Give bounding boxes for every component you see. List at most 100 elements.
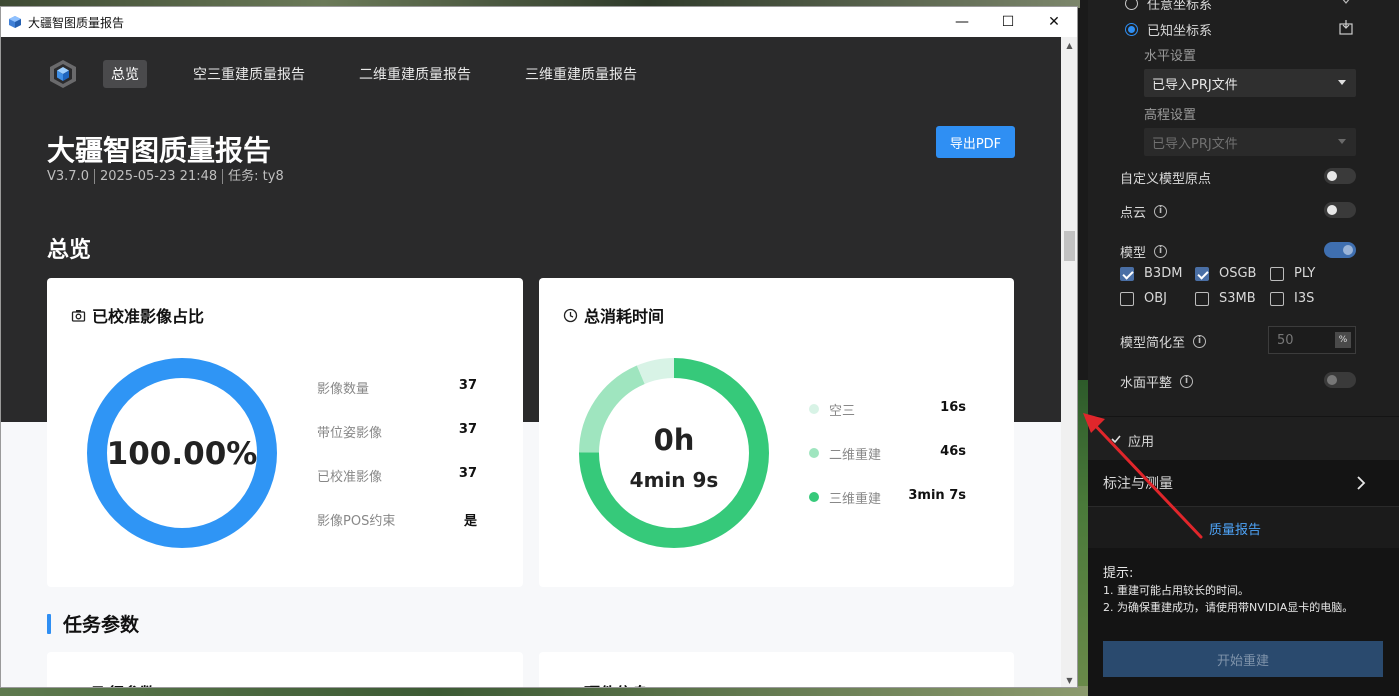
maximize-icon: ☐ [1001, 14, 1015, 30]
stat-row: 带位姿影像 37 [317, 422, 477, 466]
horizontal-select[interactable]: 已导入PRJ文件 [1144, 69, 1356, 97]
close-icon: ✕ [1048, 14, 1060, 30]
legend-item: 二维重建 46s [809, 444, 966, 488]
stat-value: 是 [463, 514, 477, 529]
total-time-card: 总消耗时间 0h 4min 9s 空三 16s 二维重建 46s 三维重建 3min … [539, 278, 1014, 587]
scroll-up-icon[interactable]: ▲ [1061, 37, 1077, 54]
check-icon [1111, 435, 1121, 444]
tip-2: 2. 为确保重建成功，请使用带NVIDIA显卡的电脑。 [1103, 601, 1354, 614]
tab-overview[interactable]: 总览 [103, 60, 147, 88]
simplify-input[interactable]: 50 % [1268, 326, 1356, 354]
water-flatten-toggle[interactable] [1324, 372, 1356, 388]
legend-value: 16s [940, 400, 966, 415]
point-cloud-toggle[interactable] [1324, 202, 1356, 218]
tips-section: 提示: 1. 重建可能占用较长的时间。 2. 为确保重建成功，请使用带NVIDI… [1088, 548, 1399, 696]
scroll-down-icon[interactable]: ▼ [1061, 672, 1077, 687]
legend-value: 3min 7s [908, 488, 966, 503]
i3s-checkbox[interactable] [1270, 291, 1284, 306]
minimize-button[interactable]: — [939, 7, 985, 37]
osgb-checkbox[interactable] [1195, 266, 1209, 281]
tip-1: 1. 重建可能占用较长的时间。 [1103, 584, 1249, 597]
app-cube-icon [9, 16, 21, 28]
legend-item: 空三 16s [809, 400, 966, 444]
annotate-measure-label: 标注与测量 [1103, 476, 1173, 492]
model-toggle[interactable] [1324, 242, 1356, 258]
clock-icon [563, 308, 578, 322]
osgb-label: OSGB [1219, 266, 1257, 281]
stat-row: 影像POS约束 是 [317, 510, 477, 554]
window-controls: — ☐ ✕ [939, 7, 1077, 37]
coord-known-option[interactable]: 已知坐标系 [1125, 20, 1212, 39]
tab-3d-report[interactable]: 三维重建质量报告 [517, 60, 645, 88]
format-b3dm[interactable]: B3DM [1120, 266, 1182, 281]
coord-unknown-option[interactable]: 任意坐标系 [1125, 0, 1212, 13]
report-window: 大疆智图质量报告 — ☐ ✕ 总览 空三重建质量报告 二维重建质量报告 三维重建… [0, 6, 1078, 688]
obj-checkbox[interactable] [1120, 291, 1134, 306]
report-title: 大疆智图质量报告 [47, 134, 272, 167]
hardware-info-card: 硬件信息 [539, 652, 1014, 689]
legend-item: 三维重建 3min 7s [809, 488, 966, 532]
coord-known-radio[interactable] [1125, 23, 1138, 36]
simplify-label: 模型简化至 [1120, 336, 1186, 351]
task-params-heading: 任务参数 [47, 610, 139, 637]
task-text: 任务: ty8 [228, 169, 284, 184]
stat-row: 影像数量 37 [317, 378, 477, 422]
export-pdf-button[interactable]: 导出PDF [936, 126, 1015, 158]
apply-label: 应用 [1128, 435, 1155, 450]
point-cloud-label: 点云 [1120, 206, 1147, 221]
time-hours: 0h [654, 423, 695, 457]
b3dm-checkbox[interactable] [1120, 266, 1134, 281]
stat-value: 37 [458, 422, 477, 437]
card-title: 硬件信息 [563, 680, 648, 689]
coord-settings-icon[interactable] [1338, 0, 1354, 6]
info-icon[interactable]: i [1193, 335, 1207, 348]
elevation-select-value: 已导入PRJ文件 [1152, 136, 1238, 152]
sliders-icon [563, 685, 578, 689]
apply-row[interactable]: 应用 [1088, 416, 1399, 460]
time-minutes: 4min 9s [630, 468, 719, 492]
elevation-label-text: 高程设置 [1144, 108, 1197, 123]
format-ply[interactable]: PLY [1270, 266, 1315, 281]
start-reconstruction-button[interactable]: 开始重建 [1103, 641, 1383, 677]
format-i3s[interactable]: I3S [1270, 291, 1314, 306]
format-s3mb[interactable]: S3MB [1195, 291, 1256, 306]
window-title: 大疆智图质量报告 [28, 15, 125, 30]
legend-dot [809, 492, 819, 502]
chevron-down-icon [1338, 80, 1346, 85]
format-obj[interactable]: OBJ [1120, 291, 1167, 306]
ply-checkbox[interactable] [1270, 266, 1284, 281]
import-prj-icon[interactable] [1338, 19, 1354, 35]
close-button[interactable]: ✕ [1031, 7, 1077, 37]
stat-value: 37 [458, 378, 477, 393]
quality-report-row: 质量报告 [1088, 506, 1399, 548]
format-osgb[interactable]: OSGB [1195, 266, 1256, 281]
scroll-thumb[interactable] [1064, 231, 1075, 261]
tab-aerotriangulation-report[interactable]: 空三重建质量报告 [185, 60, 313, 88]
maximize-button[interactable]: ☐ [985, 7, 1031, 37]
obj-label: OBJ [1144, 291, 1167, 306]
legend-dot [809, 448, 819, 458]
custom-origin-row: 自定义模型原点 [1120, 168, 1211, 187]
vertical-scrollbar[interactable]: ▲ ▼ [1061, 37, 1077, 687]
s3mb-checkbox[interactable] [1195, 291, 1209, 306]
annotate-measure-row[interactable]: 标注与测量 [1088, 460, 1399, 506]
stat-label: 影像数量 [317, 382, 370, 397]
info-icon[interactable]: i [1154, 245, 1168, 258]
title-bar[interactable]: 大疆智图质量报告 — ☐ ✕ [1, 7, 1077, 37]
hardware-info-title: 硬件信息 [584, 680, 648, 687]
legend-value: 46s [940, 444, 966, 459]
elevation-select[interactable]: 已导入PRJ文件 [1144, 128, 1356, 156]
custom-origin-toggle[interactable] [1324, 168, 1356, 184]
water-flatten-label: 水面平整 [1120, 376, 1173, 391]
tab-2d-report[interactable]: 二维重建质量报告 [351, 60, 479, 88]
reconstruction-settings-panel: 任意坐标系 已知坐标系 水平设置 已导入PRJ文件 高程设置 已导入PRJ文件 [1088, 0, 1399, 696]
simplify-value: 50 [1277, 332, 1294, 348]
chevron-down-icon [1338, 139, 1346, 144]
coord-unknown-radio[interactable] [1125, 0, 1138, 10]
info-icon[interactable]: i [1154, 205, 1168, 218]
flight-params-title: 飞行参数 [92, 680, 156, 687]
info-icon[interactable]: i [1180, 375, 1194, 388]
flight-params-card: 飞行参数 [47, 652, 523, 687]
minimize-icon: — [955, 14, 969, 30]
quality-report-link[interactable]: 质量报告 [1209, 519, 1261, 538]
